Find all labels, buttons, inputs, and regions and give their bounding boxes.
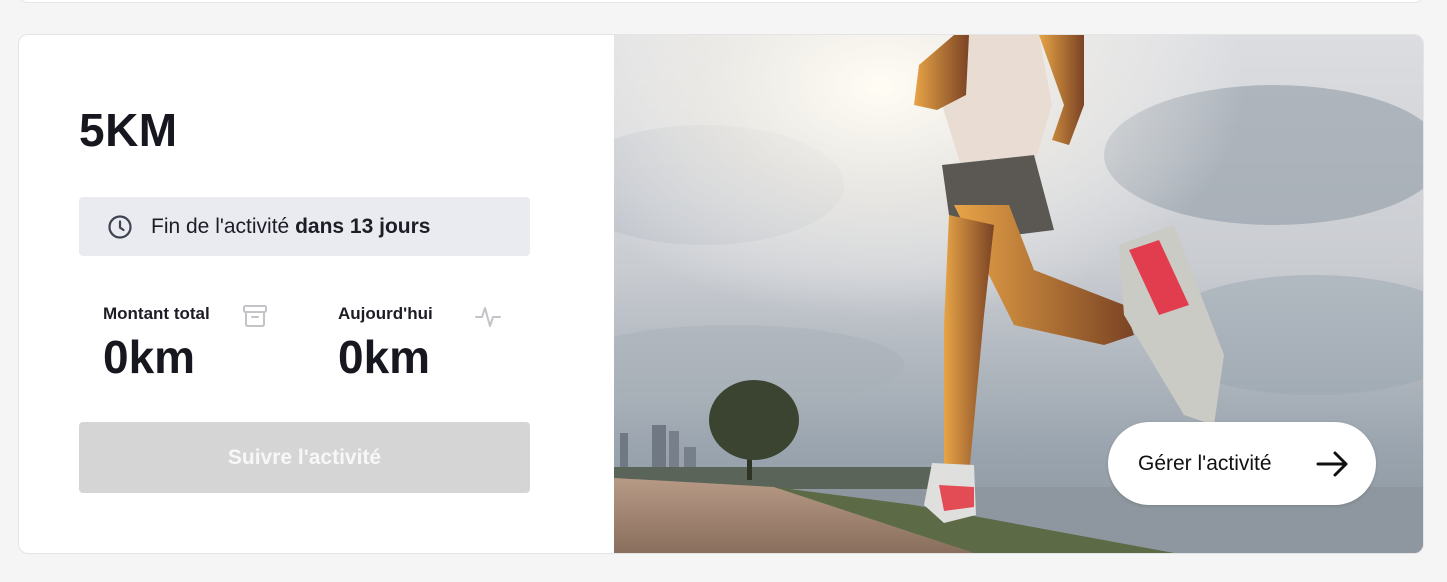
deadline-banner: Fin de l'activité dans 13 jours [79, 197, 530, 256]
pulse-icon [474, 302, 502, 330]
previous-card-edge [18, 0, 1424, 3]
manage-activity-button[interactable]: Gérer l'activité [1108, 422, 1376, 505]
manage-activity-label: Gérer l'activité [1138, 451, 1272, 475]
deadline-remaining: dans 13 jours [295, 214, 431, 238]
follow-activity-button[interactable]: Suivre l'activité [79, 422, 530, 493]
deadline-text: Fin de l'activité dans 13 jours [151, 215, 430, 239]
deadline-prefix: Fin de l'activité [151, 214, 290, 238]
runner-photo: Gérer l'activité [614, 35, 1423, 553]
archive-box-icon [241, 302, 269, 330]
activity-title: 5KM [79, 104, 178, 156]
stat-today-value: 0km [338, 331, 431, 383]
activity-card: 5KM Fin de l'activité dans 13 jours Mont… [18, 34, 1424, 554]
stat-total-label: Montant total [103, 304, 210, 323]
clock-icon [107, 214, 133, 240]
activity-info-panel: 5KM Fin de l'activité dans 13 jours Mont… [19, 35, 614, 553]
stat-total-value: 0km [103, 331, 196, 383]
arrow-right-icon [1316, 450, 1350, 478]
stat-today-label: Aujourd'hui [338, 304, 433, 323]
